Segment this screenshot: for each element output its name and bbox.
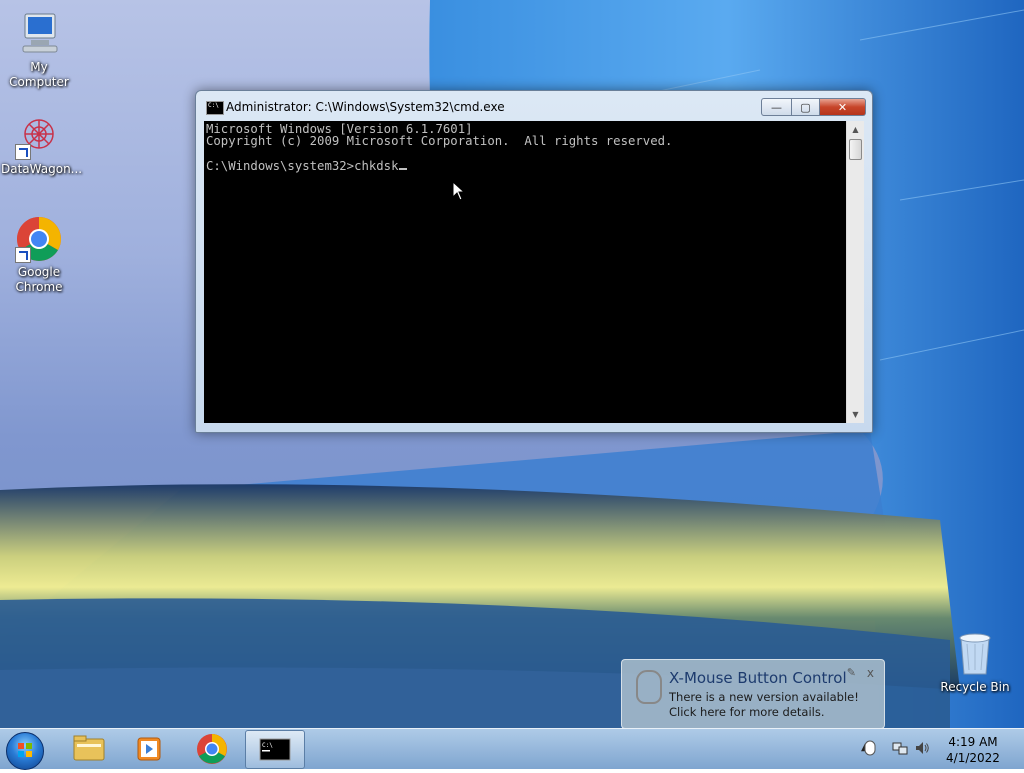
maximize-icon: ▢ xyxy=(800,100,811,114)
media-player-icon xyxy=(137,737,161,761)
desktop-icon-my-computer[interactable]: My Computer xyxy=(1,10,77,90)
cmd-icon: C:\ xyxy=(206,101,224,115)
desktop-icon-label: My Computer xyxy=(9,60,69,89)
volume-icon[interactable] xyxy=(914,740,930,756)
cmd-icon: C:\ xyxy=(259,738,291,761)
taskbar-media-player-button[interactable] xyxy=(120,730,178,767)
scroll-thumb[interactable] xyxy=(849,139,862,160)
taskbar-explorer-button[interactable] xyxy=(60,730,118,767)
folder-icon xyxy=(73,735,105,761)
start-button[interactable] xyxy=(6,732,44,770)
console-prompt-line: C:\Windows\system32>chkdsk xyxy=(206,159,399,173)
desktop-icon-datawagon[interactable]: DataWagon... xyxy=(1,112,82,177)
taskbar-cmd-button[interactable]: C:\ xyxy=(245,730,305,769)
windows-logo-icon xyxy=(18,743,32,757)
taskbar-chrome-button[interactable] xyxy=(183,730,241,767)
shortcut-arrow-icon xyxy=(15,247,31,263)
notification-message: There is a new version available! xyxy=(669,690,859,704)
scroll-down-arrow-icon[interactable]: ▼ xyxy=(847,406,864,423)
datawagon-icon xyxy=(15,112,63,160)
network-icon[interactable] xyxy=(892,740,908,756)
recycle-bin-icon xyxy=(955,630,995,676)
wrench-icon[interactable]: ✎ xyxy=(847,666,856,679)
mouse-pointer-icon xyxy=(452,181,466,201)
chrome-icon xyxy=(15,215,63,263)
notification-link[interactable]: Click here for more details. xyxy=(669,705,859,720)
svg-text:C:\: C:\ xyxy=(262,742,273,749)
text-cursor xyxy=(398,159,407,170)
mouse-icon xyxy=(636,670,662,704)
desktop-icon-label: Google Chrome xyxy=(15,265,63,294)
computer-icon xyxy=(15,10,63,58)
clock-date: 4/1/2022 xyxy=(946,751,1000,765)
notification-close-button[interactable]: x xyxy=(867,666,874,680)
cmd-window[interactable]: C:\ Administrator: C:\Windows\System32\c… xyxy=(195,90,873,433)
window-title: Administrator: C:\Windows\System32\cmd.e… xyxy=(226,100,505,114)
close-icon: ✕ xyxy=(837,100,848,114)
desktop-icon-google-chrome[interactable]: Google Chrome xyxy=(1,215,77,295)
maximize-button[interactable]: ▢ xyxy=(792,98,820,116)
taskbar: C:\ ▲ 4:19 AM 4/1/2022 xyxy=(0,728,1024,770)
shortcut-arrow-icon xyxy=(15,144,31,160)
scroll-up-arrow-icon[interactable]: ▲ xyxy=(847,121,864,138)
taskbar-clock[interactable]: 4:19 AM 4/1/2022 xyxy=(940,734,1006,766)
chrome-icon xyxy=(197,734,227,764)
desktop-icon-label: DataWagon... xyxy=(1,162,83,176)
clock-time: 4:19 AM xyxy=(948,735,998,749)
vertical-scrollbar[interactable]: ▲ ▼ xyxy=(846,121,864,423)
minimize-icon: — xyxy=(771,100,782,114)
close-button[interactable]: ✕ xyxy=(820,98,866,116)
notification-balloon[interactable]: X-Mouse Button Control ✎ x There is a ne… xyxy=(621,659,885,729)
console-output[interactable]: Microsoft Windows [Version 6.1.7601] Cop… xyxy=(204,121,846,423)
recycle-bin-label: Recycle Bin xyxy=(940,680,1010,694)
x-mouse-tray-icon[interactable] xyxy=(862,740,878,756)
minimize-button[interactable]: — xyxy=(761,98,792,116)
desktop-icon-recycle-bin[interactable]: Recycle Bin xyxy=(936,630,1014,694)
window-titlebar[interactable]: C:\ Administrator: C:\Windows\System32\c… xyxy=(196,91,872,119)
console-line: Copyright (c) 2009 Microsoft Corporation… xyxy=(206,134,673,148)
notification-title: X-Mouse Button Control xyxy=(669,669,847,687)
